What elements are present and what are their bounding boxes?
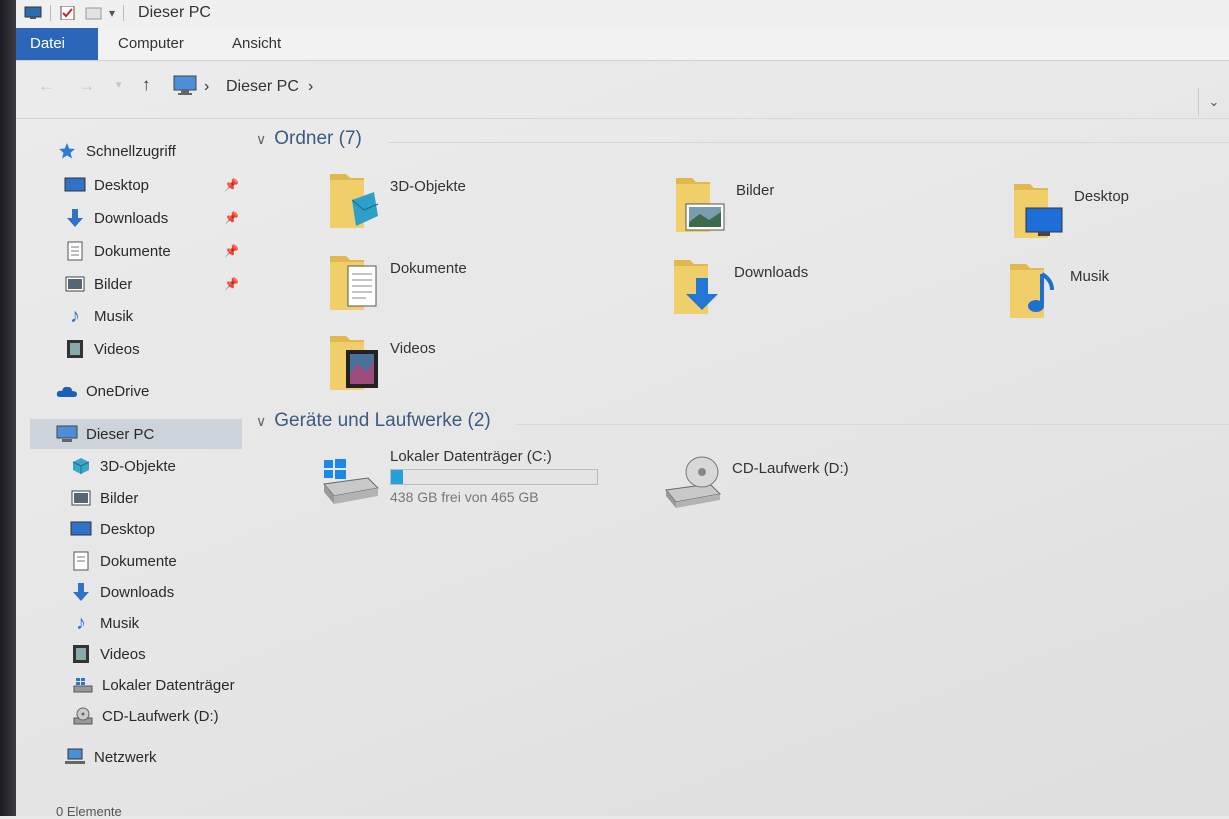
pin-icon[interactable]: 📌 xyxy=(224,178,239,192)
video-icon xyxy=(64,339,86,359)
network-icon xyxy=(64,747,86,767)
sidebar-item-cd-laufwerk[interactable]: CD-Laufwerk (D:) xyxy=(72,703,219,729)
sidebar-item-musik[interactable]: ♪ Musik xyxy=(70,610,139,636)
download-icon xyxy=(70,582,92,602)
cd-drive-icon xyxy=(662,452,722,512)
storage-usage-bar xyxy=(390,469,598,485)
separator xyxy=(123,5,125,21)
sidebar-item-downloads[interactable]: Downloads xyxy=(64,205,168,231)
sidebar-item-bilder[interactable]: Bilder xyxy=(70,485,138,511)
sidebar-item-schnellzugriff[interactable]: Schnellzugriff xyxy=(56,138,176,164)
sidebar-item-dokumente[interactable]: Dokumente xyxy=(64,238,171,264)
star-icon xyxy=(56,141,78,161)
windows-drive-icon xyxy=(320,448,380,508)
window-title: Dieser PC xyxy=(138,4,211,21)
desktop-icon xyxy=(70,519,92,539)
divider xyxy=(16,118,1229,119)
tab-datei[interactable]: Datei xyxy=(16,28,98,60)
recent-locations-chevron-icon[interactable]: ▾ xyxy=(116,78,122,91)
drive-tile-d[interactable]: CD-Laufwerk (D:) xyxy=(662,452,849,512)
3d-objects-folder-icon xyxy=(328,170,380,230)
document-icon xyxy=(70,551,92,571)
sidebar-item-downloads[interactable]: Downloads xyxy=(70,579,174,605)
sidebar-item-videos[interactable]: Videos xyxy=(70,641,146,667)
address-dropdown-icon[interactable]: ⌄ xyxy=(1198,88,1229,116)
sidebar-item-3d-objekte[interactable]: 3D-Objekte xyxy=(70,453,176,479)
videos-folder-icon xyxy=(328,332,380,392)
separator xyxy=(50,5,51,21)
quick-access-dropdown-icon[interactable]: ▾ xyxy=(109,6,115,20)
downloads-folder-icon xyxy=(672,256,724,316)
music-folder-icon xyxy=(1008,260,1060,320)
chevron-down-icon: ∨ xyxy=(256,130,267,147)
group-header-folders[interactable]: ∨ Ordner (7) xyxy=(256,128,362,150)
cloud-icon xyxy=(56,381,78,401)
pin-icon[interactable]: 📌 xyxy=(224,277,239,291)
sidebar-item-desktop[interactable]: Desktop xyxy=(64,172,149,198)
pictures-folder-icon xyxy=(674,174,726,234)
this-pc-icon xyxy=(56,424,78,444)
document-icon xyxy=(64,241,86,261)
back-arrow-icon[interactable]: ← xyxy=(38,76,55,96)
explorer-window: ▾ Dieser PC Datei Computer Ansicht ← → ▾… xyxy=(16,0,1229,819)
tab-ansicht[interactable]: Ansicht xyxy=(218,28,295,60)
pictures-icon xyxy=(64,274,86,294)
storage-usage-fill xyxy=(391,470,403,484)
sidebar-item-bilder[interactable]: Bilder xyxy=(64,271,132,297)
video-icon xyxy=(70,644,92,664)
drive-tile-c[interactable]: Lokaler Datenträger (C:) 438 GB frei von… xyxy=(320,448,598,508)
ribbon-tabs: Datei Computer Ansicht xyxy=(16,26,1229,61)
music-icon: ♪ xyxy=(76,611,86,634)
cd-drive-icon xyxy=(72,706,94,726)
music-icon: ♪ xyxy=(70,304,80,327)
divider xyxy=(516,424,1229,425)
chevron-down-icon: ∨ xyxy=(256,412,267,429)
desktop-icon xyxy=(64,175,86,195)
folder-tile-downloads[interactable]: Downloads xyxy=(672,256,808,316)
title-bar: ▾ Dieser PC xyxy=(16,0,1229,26)
free-space-text: 438 GB frei von 465 GB xyxy=(390,489,539,505)
3d-objects-icon xyxy=(70,456,92,476)
documents-folder-icon xyxy=(328,252,380,312)
computer-icon[interactable] xyxy=(24,6,42,20)
tab-computer[interactable]: Computer xyxy=(104,28,198,60)
folder-tile-bilder[interactable]: Bilder xyxy=(674,174,774,234)
forward-arrow-icon[interactable]: → xyxy=(78,76,95,96)
breadcrumb-chevron-icon[interactable]: › xyxy=(308,78,313,96)
up-arrow-icon[interactable]: ↑ xyxy=(142,75,151,95)
pin-icon[interactable]: 📌 xyxy=(224,244,239,258)
sidebar-item-dokumente[interactable]: Dokumente xyxy=(70,548,177,574)
folder-tile-desktop[interactable]: Desktop xyxy=(1012,180,1129,240)
sidebar-item-desktop[interactable]: Desktop xyxy=(70,516,155,542)
sidebar-item-onedrive[interactable]: OneDrive xyxy=(56,378,149,404)
desktop-folder-icon xyxy=(1012,180,1064,240)
properties-check-icon[interactable] xyxy=(59,5,77,21)
monitor-bezel xyxy=(0,0,16,816)
status-text: 0 Elemente xyxy=(56,804,122,819)
pictures-icon xyxy=(70,488,92,508)
drive-name: Lokaler Datenträger (C:) xyxy=(390,448,552,465)
sidebar-item-musik[interactable]: ♪ Musik xyxy=(64,303,133,329)
new-folder-icon[interactable] xyxy=(85,6,103,20)
pin-icon[interactable]: 📌 xyxy=(224,211,239,225)
folder-tile-3d-objekte[interactable]: 3D-Objekte xyxy=(328,170,466,230)
folder-tile-musik[interactable]: Musik xyxy=(1008,260,1109,320)
group-header-devices[interactable]: ∨ Geräte und Laufwerke (2) xyxy=(256,410,491,432)
folder-tile-dokumente[interactable]: Dokumente xyxy=(328,252,467,312)
this-pc-icon xyxy=(173,75,197,100)
hard-drive-icon xyxy=(72,675,94,695)
sidebar-item-lokaler-datentraeger[interactable]: Lokaler Datenträger xyxy=(72,672,235,698)
divider xyxy=(388,142,1229,143)
download-icon xyxy=(64,208,86,228)
sidebar-item-dieser-pc[interactable]: Dieser PC xyxy=(56,421,154,447)
folder-tile-videos[interactable]: Videos xyxy=(328,332,436,392)
breadcrumb-separator-icon[interactable]: › xyxy=(204,78,209,96)
breadcrumb-dieser-pc[interactable]: Dieser PC xyxy=(226,78,299,96)
sidebar-item-videos[interactable]: Videos xyxy=(64,336,140,362)
sidebar-item-netzwerk[interactable]: Netzwerk xyxy=(64,744,157,770)
